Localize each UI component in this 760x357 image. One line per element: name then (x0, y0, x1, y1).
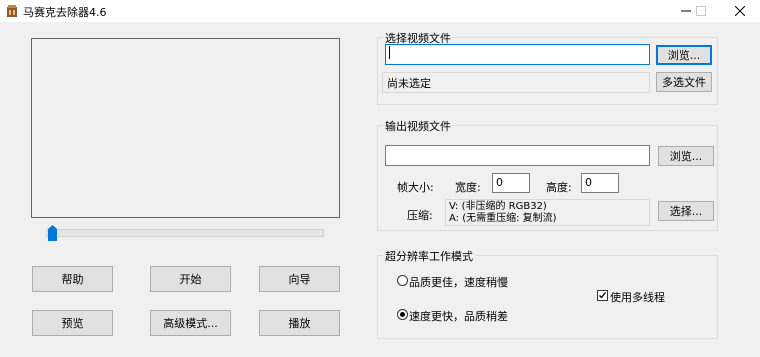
output-browse-button[interactable]: 浏览... (658, 146, 714, 166)
compression-select-button[interactable]: 选择... (658, 201, 714, 221)
speed-mode-label[interactable]: 速度更快，品质稍差 (409, 308, 508, 324)
quality-mode-label[interactable]: 品质更佳，速度稍慢 (409, 274, 508, 290)
sr-mode-group (377, 255, 718, 339)
start-button[interactable]: 开始 (150, 266, 231, 292)
title-bar: 马赛克去除器4.6 (0, 0, 760, 22)
output-path-field[interactable] (385, 145, 650, 166)
multithread-label[interactable]: 使用多线程 (610, 289, 665, 305)
app-window: 马赛克去除器4.6 帮助 开始 向导 预览 高级模式... 播放 选择视频文件 … (0, 0, 760, 357)
advanced-mode-button[interactable]: 高级模式... (150, 310, 231, 336)
play-button[interactable]: 播放 (259, 310, 340, 336)
seek-slider-track[interactable] (46, 229, 324, 237)
app-logo-icon (5, 4, 19, 18)
height-field[interactable]: 0 (581, 173, 619, 193)
maximize-button[interactable] (682, 0, 720, 22)
output-group-title: 输出视频文件 (383, 118, 453, 134)
input-path-field[interactable] (385, 44, 650, 65)
audio-compression-text: A: (无需重压缩: 复制流) (449, 213, 557, 224)
frame-size-label: 帧大小: (397, 181, 434, 194)
video-preview-area (31, 38, 340, 218)
video-compression-text: V: (非压缩的 RGB32) (449, 201, 547, 212)
multithread-checkbox[interactable] (597, 290, 608, 301)
help-button[interactable]: 帮助 (32, 266, 113, 292)
radio-selected-dot (400, 312, 405, 317)
wizard-button[interactable]: 向导 (259, 266, 340, 292)
input-browse-button[interactable]: 浏览... (656, 45, 712, 65)
window-title: 马赛克去除器4.6 (23, 6, 107, 19)
maximize-icon (696, 6, 706, 16)
compression-label: 压缩: (407, 209, 433, 222)
width-field[interactable]: 0 (492, 173, 530, 193)
width-label: 宽度: (455, 181, 481, 194)
close-button[interactable] (720, 0, 760, 22)
text-caret (389, 46, 390, 59)
quality-mode-radio[interactable] (397, 275, 408, 286)
close-icon (735, 6, 745, 16)
multi-select-button[interactable]: 多选文件 (656, 72, 712, 92)
sr-mode-group-title: 超分辨率工作模式 (383, 248, 475, 264)
seek-slider-thumb[interactable] (48, 225, 57, 241)
speed-mode-radio[interactable] (397, 309, 408, 320)
preview-button[interactable]: 预览 (32, 310, 113, 336)
compression-info: V: (非压缩的 RGB32) A: (无需重压缩: 复制流) (445, 199, 650, 226)
checkmark-icon (599, 292, 607, 299)
input-status-text: 尚未选定 (382, 72, 650, 93)
height-label: 高度: (546, 181, 572, 194)
